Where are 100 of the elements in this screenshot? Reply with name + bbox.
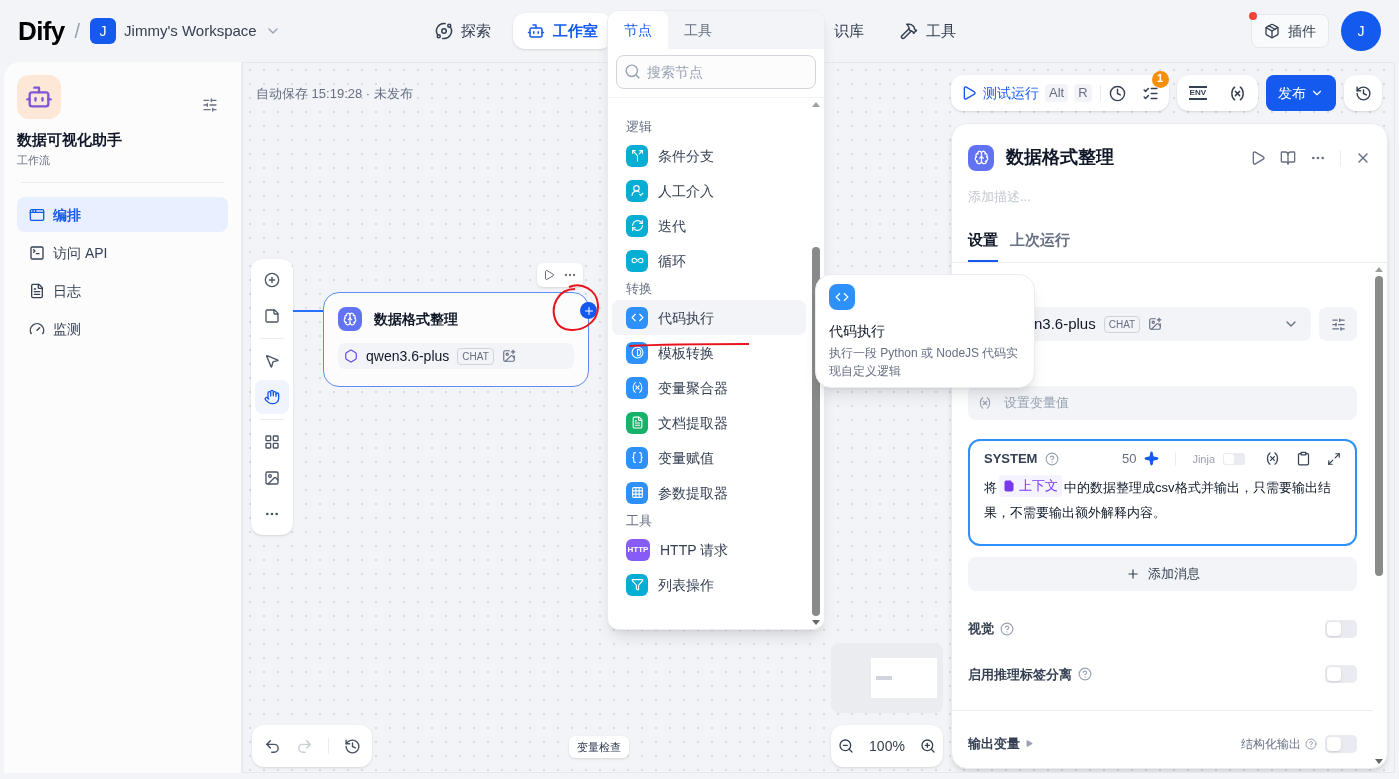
output-variables-label[interactable]: 输出变量 (968, 734, 1020, 754)
logo[interactable]: Dify (18, 11, 65, 51)
edge-line (293, 310, 323, 312)
variable-icon[interactable] (1265, 451, 1280, 467)
variable-inspect-button[interactable]: 变量检查 (569, 736, 629, 758)
zoom-out-icon[interactable] (838, 738, 855, 754)
history-icon[interactable] (343, 737, 361, 755)
hammer-icon (899, 22, 918, 40)
history-icon (1354, 84, 1372, 102)
undo-icon[interactable] (263, 737, 281, 755)
node-option[interactable]: 列表操作 (612, 567, 806, 602)
clipboard-icon[interactable] (1296, 451, 1311, 467)
model-tag: CHAT (457, 347, 494, 365)
toggle-switch[interactable] (1325, 665, 1357, 684)
workspace-selector[interactable]: J Jimmy's Workspace (90, 18, 281, 44)
group-title: 逻辑 (625, 118, 653, 137)
panel-tab[interactable]: 上次运行 (1010, 228, 1070, 262)
sidebar-item[interactable]: 监测 (17, 311, 228, 346)
node-option[interactable]: 迭代 (612, 208, 806, 243)
hand-icon[interactable] (255, 380, 289, 414)
book-icon[interactable] (1280, 149, 1296, 166)
image-plus-icon (501, 349, 516, 363)
sidebar-item[interactable]: 日志 (17, 273, 228, 308)
clock-icon[interactable] (1108, 84, 1126, 102)
description-field[interactable]: 添加描述... (968, 187, 1371, 207)
play-icon[interactable] (543, 269, 555, 281)
box-icon (1264, 23, 1280, 39)
caret-icon[interactable] (1026, 740, 1033, 748)
token-count: 50 (1121, 450, 1137, 468)
node-option[interactable]: 模板转换 (612, 335, 806, 370)
zoom-level[interactable]: 100% (869, 736, 905, 756)
nav-tab[interactable]: 工具 (885, 13, 970, 49)
autosave-status: 自动保存 15:19:28 · 未发布 (256, 85, 413, 103)
zoom-in-icon[interactable] (919, 738, 936, 754)
sparkle-icon[interactable] (1144, 451, 1160, 467)
code-icon (829, 284, 855, 310)
model-name: qwen3.6-plus (366, 347, 450, 366)
panel-title: 数据格式整理 (1006, 146, 1114, 169)
node-option[interactable]: 代码执行 (612, 300, 806, 335)
variable-icon (978, 396, 992, 410)
image-plus-icon (1148, 317, 1163, 331)
shortcut-key: Alt (1045, 83, 1069, 103)
panel-tab[interactable]: 设置 (968, 228, 998, 262)
structured-output-label: 结构化输出 (1241, 735, 1301, 752)
http-badge: HTTP (626, 538, 650, 561)
file-icon (1003, 479, 1015, 492)
user-avatar[interactable]: J (1341, 11, 1381, 51)
tooltip-title: 代码执行 (829, 322, 886, 341)
node-option[interactable]: 人工介入 (612, 173, 806, 208)
play-icon[interactable] (1250, 149, 1266, 166)
prompt-editor[interactable]: SYSTEM 50 Jinja 将 上下文 中的数据整理成csv格式并输出，只需要输出结果，不需要输出额外解释内容。 (968, 439, 1357, 546)
plus-icon (582, 304, 595, 317)
node-option[interactable]: 参数提取器 (612, 475, 806, 510)
menu-tab[interactable]: 节点 (608, 11, 668, 49)
expand-icon[interactable] (1327, 451, 1341, 466)
version-history-button[interactable] (1344, 75, 1382, 111)
menu-tab[interactable]: 工具 (668, 11, 728, 49)
help-icon (1045, 451, 1060, 466)
jinja-label: Jinja (1192, 451, 1215, 467)
setting-label: 启用推理标签分离 (968, 665, 1072, 684)
node-option[interactable]: 文档提取器 (612, 405, 806, 440)
terminal-icon (29, 244, 45, 261)
app-icon (17, 75, 61, 119)
env-button[interactable]: ENV (1188, 86, 1207, 100)
help-icon (1305, 737, 1317, 750)
workflow-node[interactable]: 数据格式整理 qwen3.6-plus CHAT (323, 292, 589, 387)
node-option[interactable]: HTTP HTTP 请求 (612, 532, 806, 567)
model-settings-button[interactable] (1319, 307, 1357, 341)
settings-icon[interactable] (202, 97, 218, 113)
search-field[interactable]: 搜索节点 (616, 55, 816, 89)
nav-tab[interactable]: 探索 (420, 13, 505, 49)
node-option[interactable]: 变量聚合器 (612, 370, 806, 405)
planet-icon (434, 22, 453, 40)
document-icon (29, 282, 45, 299)
app-name: 数据可视化助手 (17, 130, 123, 150)
toggle-switch[interactable] (1325, 619, 1357, 638)
workspace-name: Jimmy's Workspace (124, 20, 257, 41)
node-option[interactable]: 变量赋值 (612, 440, 806, 475)
help-icon (1000, 621, 1014, 636)
node-option[interactable]: 循环 (612, 243, 806, 278)
sliders-icon (1330, 316, 1346, 332)
toggle-switch[interactable] (1325, 734, 1357, 753)
group-title: 工具 (625, 512, 653, 531)
variable-icon[interactable] (1229, 84, 1246, 102)
publish-button[interactable]: 发布 (1266, 75, 1336, 111)
tooltip-description: 执行一段 Python 或 NodeJS 代码实现自定义逻辑 (829, 345, 1020, 380)
sidebar-item[interactable]: 编排 (17, 197, 228, 232)
sidebar-item[interactable]: 访问 API (17, 235, 228, 270)
brain-icon (968, 144, 994, 171)
prompt-text: 将 上下文 中的数据整理成csv格式并输出，只需要输出结果，不需要输出额外解释内容。 (984, 474, 1341, 525)
gauge-icon (29, 320, 45, 337)
app-type: 工作流 (17, 152, 51, 168)
brain-icon (338, 307, 362, 331)
context-chip[interactable]: 上下文 (999, 474, 1062, 497)
node-option[interactable]: 条件分支 (612, 138, 806, 173)
test-run-button[interactable]: 测试运行 (983, 83, 1039, 103)
add-message-button[interactable]: 添加消息 (968, 557, 1357, 591)
plugins-button[interactable]: 插件 (1251, 14, 1329, 48)
setting-label: 视觉 (968, 620, 994, 638)
play-icon[interactable] (961, 85, 977, 101)
